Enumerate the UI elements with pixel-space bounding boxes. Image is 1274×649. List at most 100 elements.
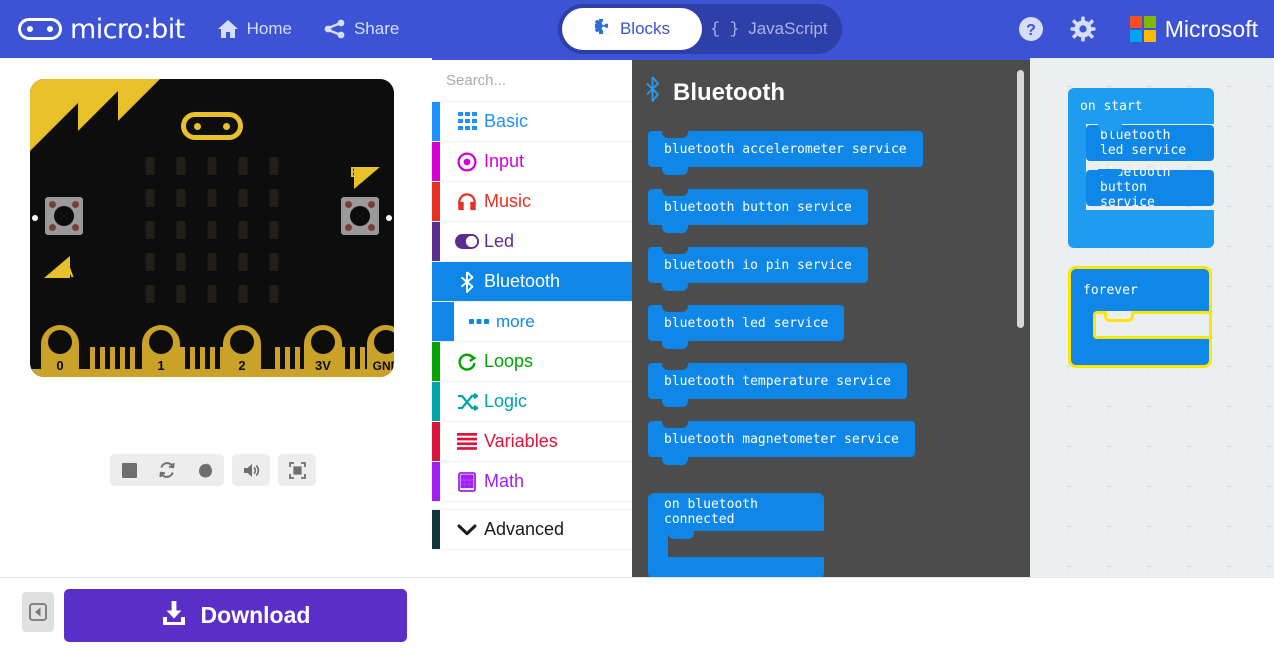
- microbit-board[interactable]: A B 0 1 2 3V GND: [30, 79, 394, 377]
- block-on-start[interactable]: on start bluetooth led service bluetooth…: [1068, 88, 1214, 248]
- on-start-children: bluetooth led service bluetooth button s…: [1086, 124, 1214, 210]
- blocks-toolbox: Basic Input Music Led: [432, 58, 664, 577]
- ellipsis-icon: [462, 318, 496, 325]
- tab-blocks-label: Blocks: [619, 19, 671, 38]
- chevron-down-icon: [450, 524, 484, 536]
- category-led[interactable]: Led: [432, 222, 632, 262]
- category-advanced-label: Advanced: [484, 519, 565, 539]
- toggle-icon: [450, 234, 484, 249]
- category-input-label: Input: [484, 151, 525, 171]
- microbit-logo-icon: [18, 18, 62, 40]
- puzzle-piece-icon: [594, 18, 611, 41]
- led-matrix[interactable]: [145, 157, 279, 303]
- board-corner-accent: [30, 79, 160, 151]
- block-label: bluetooth led service: [1100, 128, 1187, 158]
- tab-blocks[interactable]: Blocks: [562, 8, 702, 50]
- block-forever[interactable]: forever: [1068, 266, 1212, 368]
- download-button[interactable]: Download: [64, 589, 407, 642]
- home-link[interactable]: Home: [217, 19, 292, 39]
- pin-gnd[interactable]: GND: [367, 325, 394, 377]
- category-input[interactable]: Input: [432, 142, 632, 182]
- share-link[interactable]: Share: [324, 19, 399, 39]
- headphones-icon: [450, 192, 484, 212]
- search-input[interactable]: [446, 72, 645, 89]
- block-bluetooth-button-service[interactable]: bluetooth button service: [1086, 165, 1214, 210]
- microsoft-logo[interactable]: Microsoft: [1129, 15, 1258, 43]
- pin-2-label: 2: [238, 358, 246, 373]
- category-bluetooth-more[interactable]: more: [432, 302, 632, 342]
- brand-logo[interactable]: micro:bit: [18, 14, 185, 45]
- button-a-label: A: [63, 264, 74, 281]
- lines-icon: [450, 433, 484, 450]
- pin-1-label: 1: [157, 358, 165, 373]
- restart-arrows-icon[interactable]: [148, 454, 186, 486]
- pin-1[interactable]: 1: [142, 325, 180, 377]
- category-logic[interactable]: Logic: [432, 382, 632, 422]
- blocks-workspace[interactable]: on start bluetooth led service bluetooth…: [1030, 58, 1274, 577]
- flyout-block-led-service[interactable]: bluetooth led service: [648, 304, 845, 349]
- board-button-a[interactable]: [45, 197, 83, 235]
- category-bluetooth-label: Bluetooth: [484, 271, 561, 291]
- home-label: Home: [246, 19, 292, 38]
- forever-header: forever: [1071, 269, 1209, 311]
- flyout-title: Bluetooth: [646, 76, 1030, 109]
- editor-mode-toggle: Blocks { } JavaScript: [558, 4, 842, 54]
- category-variables-label: Variables: [484, 431, 558, 451]
- fullscreen-icon[interactable]: [278, 454, 316, 486]
- tab-javascript[interactable]: { } JavaScript: [702, 8, 836, 50]
- target-icon: [450, 152, 484, 172]
- block-label: forever: [1083, 282, 1138, 298]
- loop-arrow-icon: [450, 352, 484, 372]
- flyout-block-list: bluetooth accelerometer service bluetoot…: [632, 130, 1030, 577]
- pin-3v[interactable]: 3V: [304, 325, 342, 377]
- category-loops[interactable]: Loops: [432, 342, 632, 382]
- pin-2[interactable]: 2: [223, 325, 261, 377]
- flyout-title-label: Bluetooth: [673, 78, 785, 106]
- toolbox-divider: [432, 502, 632, 510]
- board-dot-right: [386, 215, 392, 221]
- speaker-icon[interactable]: [232, 454, 270, 486]
- block-label: bluetooth io pin service: [664, 257, 852, 273]
- button-b-flag: B: [350, 164, 380, 191]
- collapse-left-icon[interactable]: [22, 592, 54, 632]
- share-icon: [324, 19, 346, 39]
- category-math[interactable]: Math: [432, 462, 632, 502]
- category-more-label: more: [496, 311, 535, 331]
- category-music[interactable]: Music: [432, 182, 632, 222]
- download-icon: [161, 600, 187, 632]
- flyout-block-button-service[interactable]: bluetooth button service: [648, 188, 868, 233]
- category-variables[interactable]: Variables: [432, 422, 632, 462]
- category-color-strip: [432, 382, 440, 421]
- flyout-block-temperature-service[interactable]: bluetooth temperature service: [648, 362, 907, 407]
- brand-name: micro:bit: [70, 13, 185, 45]
- bluetooth-icon: [450, 270, 484, 293]
- bottom-toolbar: Download: [0, 577, 1274, 649]
- pin-0[interactable]: 0: [41, 325, 79, 377]
- category-color-strip: [432, 262, 440, 301]
- flyout-scrollbar[interactable]: [1017, 70, 1024, 328]
- category-bluetooth[interactable]: Bluetooth: [432, 262, 632, 302]
- flyout-block-on-bluetooth-connected[interactable]: on bluetooth connected: [648, 493, 824, 577]
- forever-slot[interactable]: [1093, 311, 1209, 339]
- tab-javascript-label: JavaScript: [748, 19, 828, 38]
- header-actions: ? Microsoft: [1018, 0, 1274, 58]
- bug-icon[interactable]: [186, 454, 224, 486]
- help-circle-icon[interactable]: ?: [1018, 16, 1044, 42]
- usb-connector-icon: [181, 112, 243, 140]
- flyout-block-io-pin-service[interactable]: bluetooth io pin service: [648, 246, 868, 291]
- share-label: Share: [353, 19, 400, 38]
- category-color-strip: [432, 510, 440, 549]
- block-label: bluetooth button service: [1100, 165, 1171, 210]
- category-color-strip: [432, 302, 454, 341]
- microsoft-label: Microsoft: [1164, 15, 1258, 42]
- stop-square-icon[interactable]: [110, 454, 148, 486]
- board-button-b[interactable]: [341, 197, 379, 235]
- on-start-header: on start: [1068, 88, 1214, 124]
- flyout-block-accelerometer-service[interactable]: bluetooth accelerometer service: [648, 130, 923, 175]
- block-label: bluetooth button service: [664, 199, 852, 215]
- block-bluetooth-led-service[interactable]: bluetooth led service: [1086, 124, 1214, 161]
- category-advanced[interactable]: Advanced: [432, 510, 632, 550]
- category-basic[interactable]: Basic: [432, 102, 632, 142]
- gear-icon[interactable]: [1070, 16, 1096, 42]
- flyout-block-magnetometer-service[interactable]: bluetooth magnetometer service: [648, 420, 915, 465]
